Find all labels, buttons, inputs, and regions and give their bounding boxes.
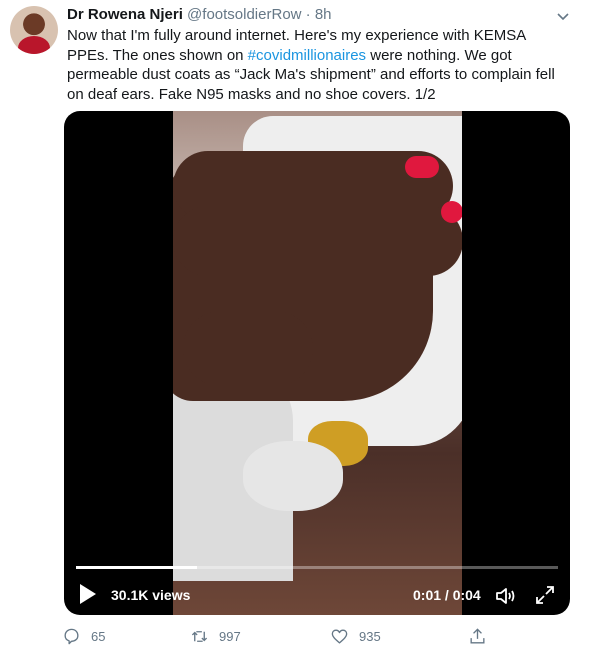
video-player[interactable]: 30.1K views 0:01 / 0:04: [64, 111, 570, 615]
fullscreen-icon[interactable]: [534, 584, 556, 606]
share-button[interactable]: [468, 627, 487, 646]
author-name[interactable]: Dr Rowena Njeri: [67, 6, 183, 23]
like-count: 935: [359, 629, 381, 644]
video-frame: [173, 111, 462, 615]
retweet-count: 997: [219, 629, 241, 644]
retweet-button[interactable]: 997: [190, 627, 241, 646]
tweet-actions: 65 997 935: [62, 627, 522, 649]
reply-count: 65: [91, 629, 106, 644]
play-icon[interactable]: [80, 584, 96, 604]
tweet-text: Now that I'm fully around internet. Here…: [67, 26, 567, 104]
hashtag-link[interactable]: #covidmillionaires: [248, 47, 366, 64]
video-progress-bar[interactable]: [76, 566, 558, 569]
video-controls: 30.1K views 0:01 / 0:04: [64, 576, 570, 606]
view-count: 30.1K views: [111, 587, 191, 603]
chevron-down-icon[interactable]: [555, 8, 571, 24]
like-button[interactable]: 935: [330, 627, 381, 646]
video-time: 0:01 / 0:04: [413, 587, 481, 603]
reply-button[interactable]: 65: [62, 627, 105, 646]
avatar[interactable]: [10, 6, 58, 54]
video-progress-fill: [76, 566, 197, 569]
handle-and-time[interactable]: @footsoldierRow · 8h: [187, 6, 331, 23]
reply-icon: [64, 628, 79, 645]
tweet-header: Dr Rowena Njeri @footsoldierRow · 8h: [67, 6, 332, 23]
share-icon: [470, 628, 485, 644]
heart-icon: [331, 629, 348, 644]
volume-icon[interactable]: [494, 584, 518, 608]
retweet-icon: [191, 631, 208, 642]
